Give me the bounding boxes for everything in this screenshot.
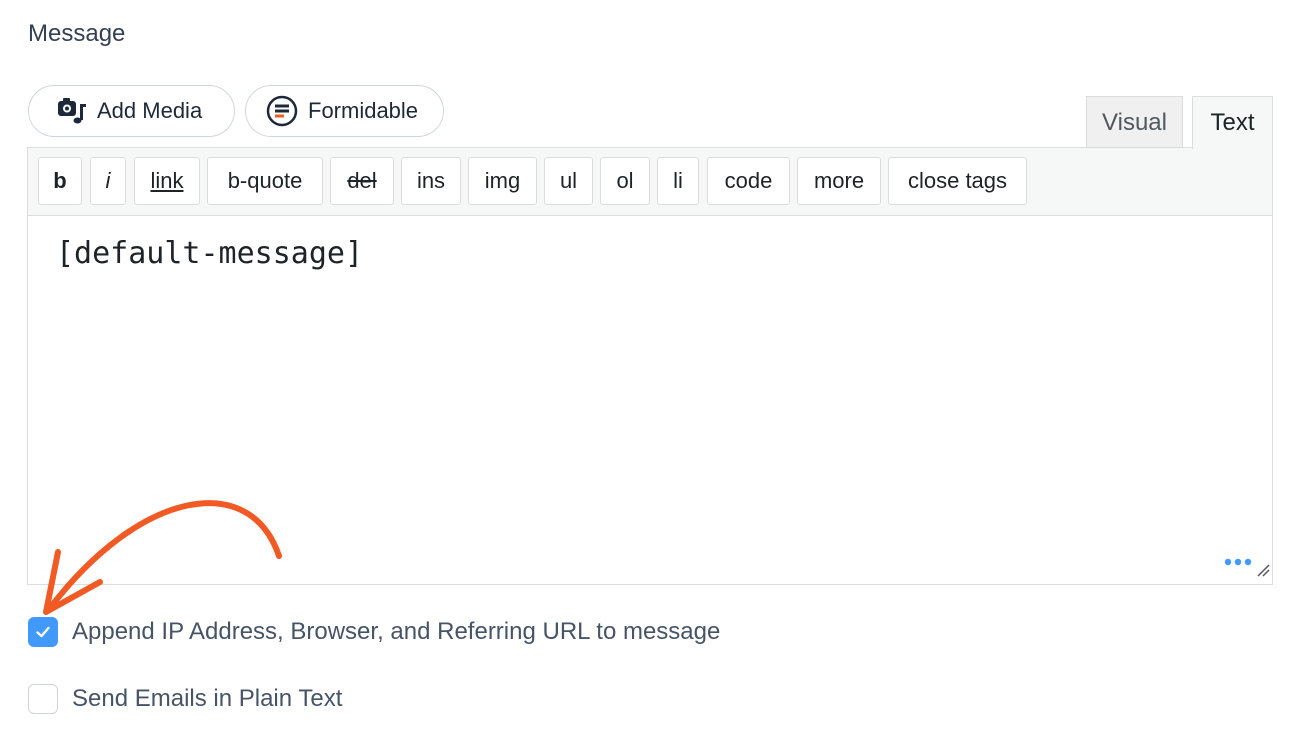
del-button-label: del <box>347 168 377 193</box>
more-button[interactable]: more <box>797 157 881 205</box>
more-dots-icon[interactable] <box>1224 554 1252 572</box>
tab-visual[interactable]: Visual <box>1086 96 1183 148</box>
close-tags-button[interactable]: close tags <box>888 157 1027 205</box>
append-info-checkbox[interactable] <box>28 617 58 647</box>
camera-music-icon <box>57 96 87 126</box>
ins-button[interactable]: ins <box>401 157 461 205</box>
resize-handle-icon[interactable] <box>1256 563 1270 582</box>
code-button[interactable]: code <box>707 157 790 205</box>
ul-button[interactable]: ul <box>544 157 593 205</box>
ol-button[interactable]: ol <box>600 157 650 205</box>
quicktags-toolbar: b i link b-quote del ins img ul ol li co… <box>28 148 1272 216</box>
formidable-button[interactable]: Formidable <box>245 85 444 137</box>
li-button[interactable]: li <box>657 157 699 205</box>
link-button[interactable]: link <box>134 157 200 205</box>
message-editor: b i link b-quote del ins img ul ol li co… <box>27 147 1273 585</box>
b-quote-button[interactable]: b-quote <box>207 157 323 205</box>
append-info-label: Append IP Address, Browser, and Referrin… <box>72 618 721 645</box>
bold-button[interactable]: b <box>38 157 82 205</box>
formidable-label: Formidable <box>308 98 419 123</box>
add-media-label: Add Media <box>97 98 203 123</box>
editor-content[interactable]: [default-message] <box>56 236 363 271</box>
plain-text-checkbox[interactable] <box>28 684 58 714</box>
checkmark-icon <box>36 626 50 638</box>
italic-button[interactable]: i <box>90 157 126 205</box>
plain-text-label: Send Emails in Plain Text <box>72 685 343 712</box>
del-button[interactable]: del <box>330 157 394 205</box>
link-button-label: link <box>150 168 184 193</box>
plain-text-option[interactable]: Send Emails in Plain Text <box>28 684 342 714</box>
formidable-icon <box>266 95 298 127</box>
message-label: Message <box>28 20 126 47</box>
tab-text[interactable]: Text <box>1192 96 1273 149</box>
img-button[interactable]: img <box>468 157 537 205</box>
add-media-button[interactable]: Add Media <box>28 85 235 137</box>
append-info-option[interactable]: Append IP Address, Browser, and Referrin… <box>28 617 720 647</box>
